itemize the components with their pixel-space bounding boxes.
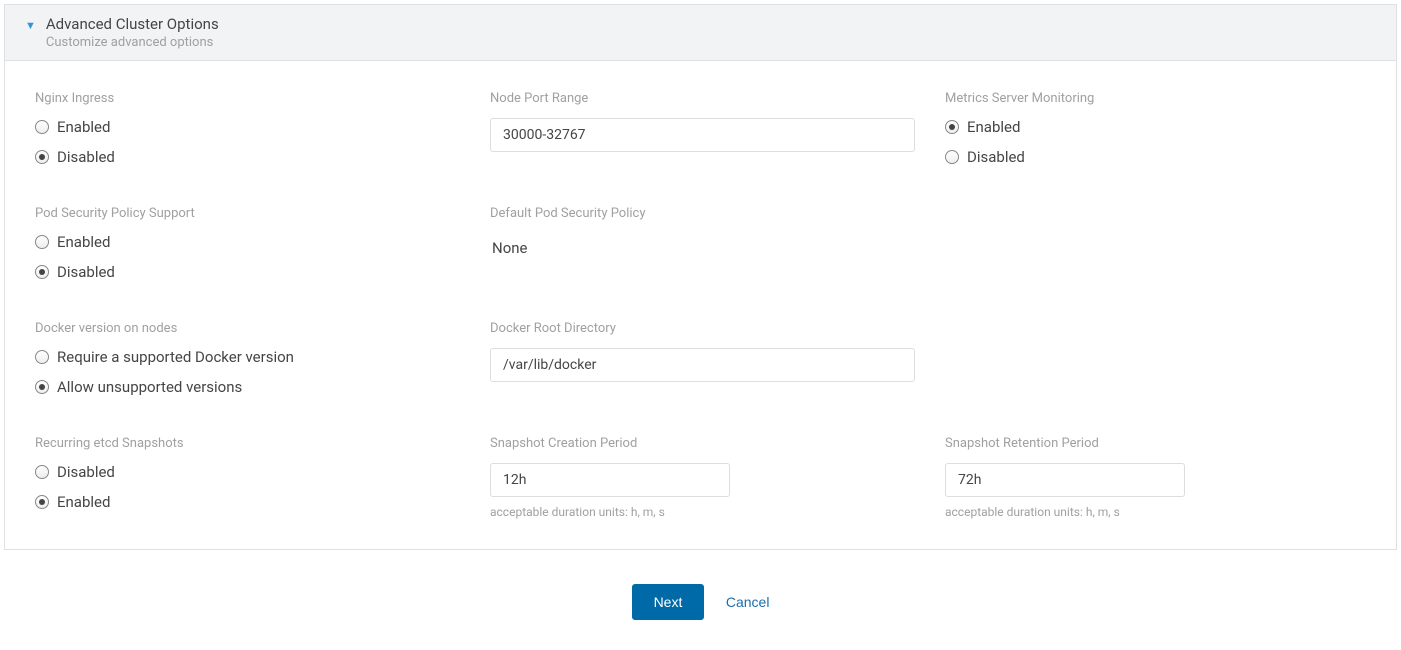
docker-root-dir-input[interactable] bbox=[490, 348, 915, 382]
radio-label: Disabled bbox=[57, 148, 115, 166]
radio-icon bbox=[945, 120, 959, 134]
etcd-disabled-radio[interactable]: Disabled bbox=[35, 463, 460, 481]
next-button[interactable]: Next bbox=[632, 584, 705, 620]
footer-actions: Next Cancel bbox=[0, 554, 1401, 632]
disclosure-triangle-icon[interactable]: ▼ bbox=[25, 19, 36, 32]
radio-label: Disabled bbox=[57, 263, 115, 281]
cancel-button[interactable]: Cancel bbox=[726, 594, 770, 610]
docker-require-radio[interactable]: Require a supported Docker version bbox=[35, 348, 460, 366]
radio-label: Enabled bbox=[57, 233, 110, 251]
default-pod-security-label: Default Pod Security Policy bbox=[490, 206, 915, 221]
panel-body: Nginx Ingress Enabled Disabled Node Port… bbox=[5, 61, 1396, 549]
radio-icon bbox=[35, 235, 49, 249]
metrics-server-disabled-radio[interactable]: Disabled bbox=[945, 148, 1370, 166]
snapshot-retention-help: acceptable duration units: h, m, s bbox=[945, 505, 1370, 519]
panel-header: ▼ Advanced Cluster Options Customize adv… bbox=[5, 5, 1396, 61]
nginx-ingress-label: Nginx Ingress bbox=[35, 91, 460, 106]
panel-title: Advanced Cluster Options bbox=[46, 15, 219, 33]
radio-label: Disabled bbox=[967, 148, 1025, 166]
etcd-enabled-radio[interactable]: Enabled bbox=[35, 493, 460, 511]
radio-icon bbox=[35, 150, 49, 164]
radio-label: Allow unsupported versions bbox=[57, 378, 242, 396]
docker-root-dir-label: Docker Root Directory bbox=[490, 321, 915, 336]
snapshot-creation-help: acceptable duration units: h, m, s bbox=[490, 505, 915, 519]
pod-security-enabled-radio[interactable]: Enabled bbox=[35, 233, 460, 251]
metrics-server-enabled-radio[interactable]: Enabled bbox=[945, 118, 1370, 136]
radio-icon bbox=[35, 265, 49, 279]
radio-icon bbox=[35, 350, 49, 364]
nginx-ingress-enabled-radio[interactable]: Enabled bbox=[35, 118, 460, 136]
docker-allow-radio[interactable]: Allow unsupported versions bbox=[35, 378, 460, 396]
docker-version-label: Docker version on nodes bbox=[35, 321, 460, 336]
snapshot-creation-label: Snapshot Creation Period bbox=[490, 436, 915, 451]
default-pod-security-value: None bbox=[490, 233, 915, 263]
snapshot-creation-input[interactable] bbox=[490, 463, 730, 497]
radio-icon bbox=[35, 465, 49, 479]
radio-label: Enabled bbox=[967, 118, 1020, 136]
node-port-range-input[interactable] bbox=[490, 118, 915, 152]
radio-label: Require a supported Docker version bbox=[57, 348, 294, 366]
pod-security-support-label: Pod Security Policy Support bbox=[35, 206, 460, 221]
nginx-ingress-disabled-radio[interactable]: Disabled bbox=[35, 148, 460, 166]
metrics-server-label: Metrics Server Monitoring bbox=[945, 91, 1370, 106]
radio-label: Enabled bbox=[57, 493, 110, 511]
node-port-range-label: Node Port Range bbox=[490, 91, 915, 106]
advanced-options-panel: ▼ Advanced Cluster Options Customize adv… bbox=[4, 4, 1397, 550]
snapshot-retention-label: Snapshot Retention Period bbox=[945, 436, 1370, 451]
radio-icon bbox=[945, 150, 959, 164]
pod-security-disabled-radio[interactable]: Disabled bbox=[35, 263, 460, 281]
snapshot-retention-input[interactable] bbox=[945, 463, 1185, 497]
radio-label: Enabled bbox=[57, 118, 110, 136]
panel-subtitle: Customize advanced options bbox=[46, 35, 219, 50]
radio-icon bbox=[35, 120, 49, 134]
radio-label: Disabled bbox=[57, 463, 115, 481]
radio-icon bbox=[35, 380, 49, 394]
radio-icon bbox=[35, 495, 49, 509]
etcd-snapshots-label: Recurring etcd Snapshots bbox=[35, 436, 460, 451]
